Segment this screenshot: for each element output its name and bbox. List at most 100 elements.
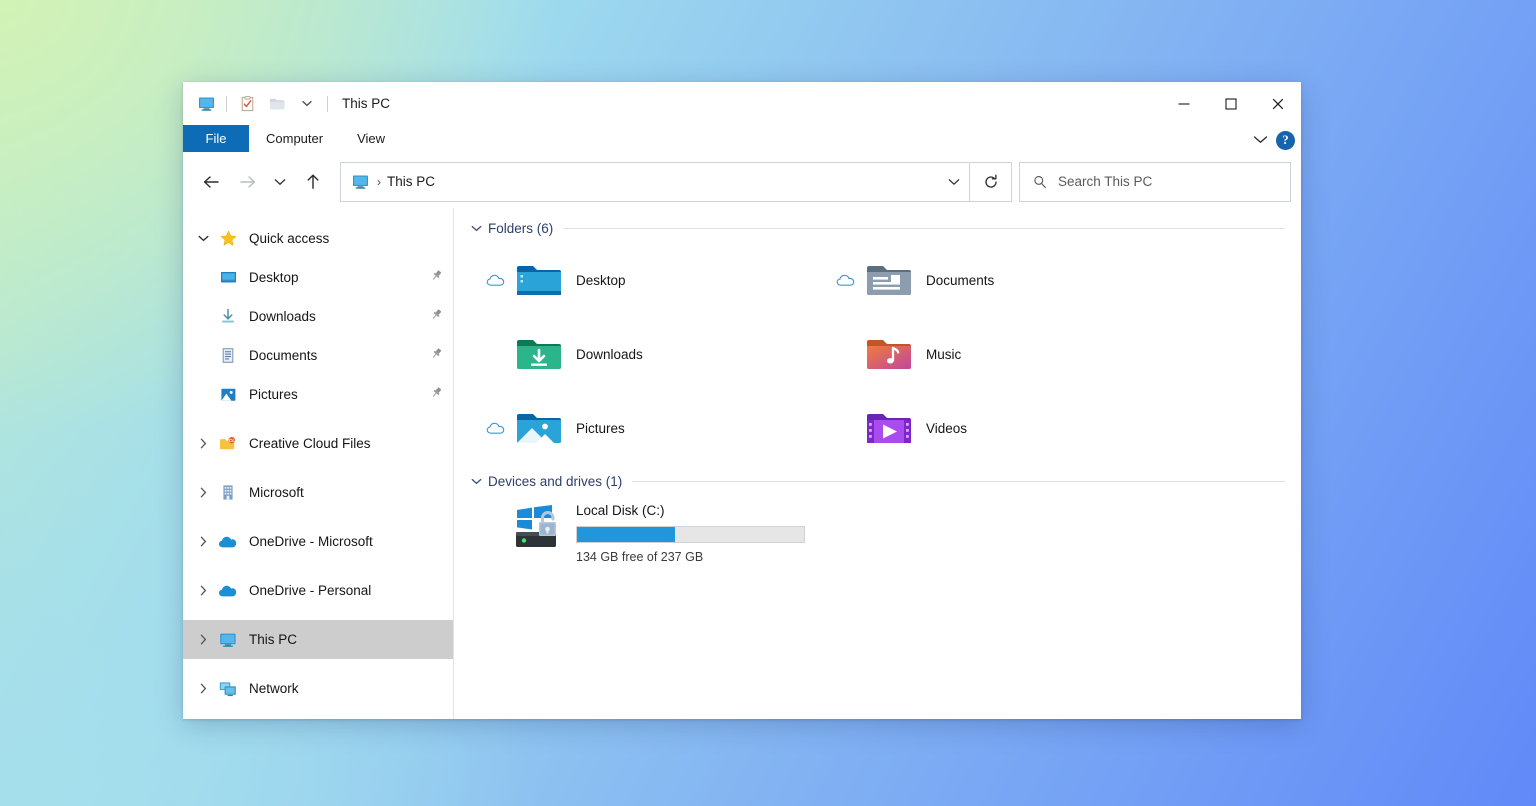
sidebar-label: Pictures — [249, 387, 298, 402]
sidebar-item-creative-cloud-files[interactable]: Cc Creative Cloud Files — [183, 424, 453, 463]
search-icon — [1033, 175, 1047, 189]
chevron-down-icon[interactable] — [190, 235, 216, 242]
drive-tile-local-disk-c[interactable]: Local Disk (C:) 134 GB free of 237 GB — [471, 496, 1301, 564]
search-placeholder: Search This PC — [1058, 174, 1152, 189]
folder-tile-documents[interactable]: Documents — [821, 243, 1171, 317]
sidebar-item-pictures[interactable]: Pictures — [183, 375, 453, 414]
folder-label: Documents — [926, 273, 994, 288]
sidebar-item-downloads[interactable]: Downloads — [183, 297, 453, 336]
desktop-folder-icon — [512, 260, 566, 300]
folder-tile-downloads[interactable]: Downloads — [471, 317, 821, 391]
pin-icon[interactable] — [430, 386, 443, 404]
folder-tile-videos[interactable]: Videos — [821, 391, 1171, 465]
desktop-folder-icon — [216, 270, 240, 286]
close-button[interactable] — [1254, 82, 1301, 125]
chevron-down-icon[interactable] — [471, 478, 488, 485]
chevron-right-icon[interactable] — [190, 634, 216, 645]
window-controls — [1160, 82, 1301, 125]
folder-label: Videos — [926, 421, 967, 436]
ribbon-expand-chevron-icon[interactable] — [1253, 131, 1268, 149]
up-button[interactable] — [295, 165, 331, 199]
sidebar-item-onedrive-personal[interactable]: OneDrive - Personal — [183, 571, 453, 610]
new-folder-icon[interactable] — [262, 89, 292, 119]
window-body: Quick access Desktop — [183, 208, 1301, 719]
chevron-right-icon[interactable] — [190, 536, 216, 547]
group-header-folders[interactable]: Folders (6) — [471, 221, 1301, 236]
breadcrumb-path[interactable]: This PC — [387, 174, 435, 189]
sidebar-label: Quick access — [249, 231, 329, 246]
pin-icon[interactable] — [430, 308, 443, 326]
sidebar-item-microsoft[interactable]: Microsoft — [183, 473, 453, 512]
customize-chevron-icon[interactable] — [292, 89, 322, 119]
properties-icon[interactable] — [232, 89, 262, 119]
help-icon[interactable]: ? — [1276, 131, 1295, 150]
sidebar-label: Creative Cloud Files — [249, 436, 371, 451]
tab-file[interactable]: File — [183, 125, 249, 152]
group-header-devices[interactable]: Devices and drives (1) — [471, 474, 1301, 489]
desktop-background: This PC — [0, 0, 1536, 806]
drive-capacity-bar — [576, 526, 805, 543]
maximize-button[interactable] — [1207, 82, 1254, 125]
window-title: This PC — [342, 96, 390, 111]
documents-folder-icon — [862, 260, 916, 300]
group-title: Devices and drives (1) — [488, 474, 622, 489]
documents-icon — [216, 347, 240, 364]
breadcrumb-dropdown-icon[interactable] — [939, 178, 969, 186]
downloads-folder-icon — [512, 334, 566, 374]
sidebar-label: This PC — [249, 632, 297, 647]
group-title: Folders (6) — [488, 221, 553, 236]
drive-free-space: 134 GB free of 237 GB — [576, 550, 805, 564]
pin-icon[interactable] — [430, 269, 443, 287]
tab-view[interactable]: View — [340, 125, 402, 152]
videos-folder-icon — [862, 408, 916, 448]
sidebar-label: OneDrive - Microsoft — [249, 534, 373, 549]
back-button[interactable] — [193, 165, 229, 199]
sidebar-item-this-pc[interactable]: This PC — [183, 620, 453, 659]
onedrive-icon — [216, 535, 240, 549]
group-divider — [632, 481, 1285, 482]
group-divider — [563, 228, 1285, 229]
network-icon — [216, 681, 240, 697]
chevron-right-icon[interactable] — [190, 487, 216, 498]
star-icon — [216, 230, 240, 247]
minimize-button[interactable] — [1160, 82, 1207, 125]
breadcrumb-bar[interactable]: › This PC — [340, 162, 970, 202]
sidebar-label: Desktop — [249, 270, 299, 285]
recent-locations-button[interactable] — [265, 165, 295, 199]
downloads-icon — [216, 308, 240, 325]
search-input[interactable]: Search This PC — [1019, 162, 1291, 202]
folder-tile-pictures[interactable]: Pictures — [471, 391, 821, 465]
folder-tile-music[interactable]: Music — [821, 317, 1171, 391]
windows-drive-icon — [512, 500, 566, 564]
pin-icon[interactable] — [430, 347, 443, 365]
pictures-folder-icon — [512, 408, 566, 448]
sidebar-label: OneDrive - Personal — [249, 583, 371, 598]
forward-button[interactable] — [229, 165, 265, 199]
sidebar-label: Downloads — [249, 309, 316, 324]
this-pc-icon[interactable] — [191, 89, 221, 119]
sidebar-item-quick-access[interactable]: Quick access — [183, 219, 453, 258]
drive-label: Local Disk (C:) — [576, 503, 665, 518]
this-pc-icon — [216, 632, 240, 648]
chevron-right-icon[interactable] — [190, 438, 216, 449]
folder-label: Downloads — [576, 347, 643, 362]
sidebar-label: Microsoft — [249, 485, 304, 500]
chevron-down-icon[interactable] — [471, 225, 488, 232]
microsoft-sharepoint-icon — [216, 484, 240, 501]
breadcrumb-separator: › — [377, 175, 381, 189]
chevron-right-icon[interactable] — [190, 683, 216, 694]
sidebar-item-documents[interactable]: Documents — [183, 336, 453, 375]
tab-computer[interactable]: Computer — [249, 125, 340, 152]
refresh-button[interactable] — [970, 162, 1012, 202]
creative-cloud-icon: Cc — [216, 436, 240, 451]
svg-text:Cc: Cc — [229, 438, 235, 443]
chevron-right-icon[interactable] — [190, 585, 216, 596]
pictures-icon — [216, 387, 240, 403]
title-divider — [327, 96, 328, 112]
sidebar-item-onedrive-microsoft[interactable]: OneDrive - Microsoft — [183, 522, 453, 561]
sidebar-item-desktop[interactable]: Desktop — [183, 258, 453, 297]
sidebar-item-network[interactable]: Network — [183, 669, 453, 708]
address-bar: › This PC — [183, 155, 1301, 208]
quick-access-toolbar: This PC — [183, 89, 390, 119]
folder-tile-desktop[interactable]: Desktop — [471, 243, 821, 317]
